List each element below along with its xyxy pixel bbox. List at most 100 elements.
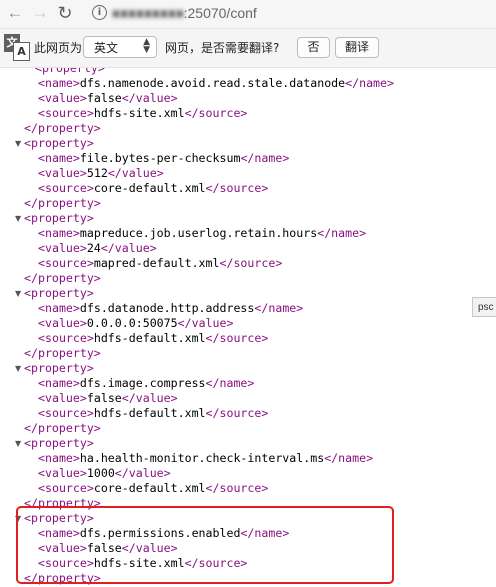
property-value: <value>1000</value> [38,466,171,481]
back-arrow-icon[interactable]: ← [5,3,25,23]
property-name: <name>mapreduce.job.userlog.retain.hours… [38,226,366,241]
xml-tag: </value> [177,316,234,330]
property-source: <source>core-default.xml</source> [38,181,268,196]
xml-tag: <property> [24,286,94,300]
collapse-triangle-icon[interactable]: ▼ [15,211,21,226]
url-text[interactable]: ■■■■■■■■■:25070/conf [112,4,257,22]
xml-tag: <value> [38,166,87,180]
xml-text: dfs.namenode.avoid.read.stale.datanode [79,76,346,90]
property-name: <name>file.bytes-per-checksum</name> [38,151,289,166]
property-name: <name>dfs.datanode.http.address</name> [38,301,303,316]
browser-toolbar: ← → ↻ i ■■■■■■■■■:25070/conf [0,0,496,29]
translate-bar: 文 A 此网页为 英文 ▲ ▼ 网页，是否需要翻译? 否 翻译 [0,29,496,68]
xml-tag: </source> [184,106,248,120]
xml-tag: </property> [24,271,101,285]
xml-tag: <name> [38,451,80,465]
xml-tag: <source> [38,331,94,345]
xml-tag: </name> [324,451,374,465]
xml-text: false [86,91,122,105]
collapse-triangle-icon[interactable]: ▼ [15,136,21,151]
property-open-tag: <property> [24,286,94,301]
translate-prompt-prefix: 此网页为 [34,41,83,55]
translate-icon: 文 A [4,34,30,61]
property-value: <value>false</value> [38,391,178,406]
xml-text: false [86,391,122,405]
xml-tag: </source> [205,181,269,195]
select-down-icon: ▼ [143,45,150,55]
translate-prompt-suffix: 网页，是否需要翻译? [165,41,280,55]
xml-tag: </source> [205,481,269,495]
xml-tag: </name> [254,301,304,315]
xml-tag: </value> [107,166,164,180]
xml-tag: </property> [24,196,101,210]
xml-text: 512 [86,166,108,180]
property-source: <source>hdfs-default.xml</source> [38,406,268,421]
xml-tag: <name> [38,226,80,240]
property-open-tag: <property> [24,136,94,151]
highlight-box [16,506,394,584]
xml-tag: </value> [100,241,157,255]
property-value: <value>false</value> [38,91,178,106]
xml-tag: <value> [38,241,87,255]
info-icon[interactable]: i [92,5,107,20]
xml-tag: </name> [240,151,290,165]
xml-tag: <source> [38,481,94,495]
xml-tag: <property> [24,136,94,150]
xml-text: core-default.xml [93,181,206,195]
url-host: ■■■■■■■■■ [112,5,184,21]
property-name: <name>dfs.namenode.avoid.read.stale.data… [38,76,394,91]
xml-tag: </property> [24,421,101,435]
no-translate-button[interactable]: 否 [297,37,330,58]
xml-tag: <value> [38,466,87,480]
address-bar[interactable]: i ■■■■■■■■■:25070/conf [84,2,496,24]
property-close-tag: </property> [24,421,101,436]
collapse-triangle-icon[interactable]: ▼ [15,286,21,301]
xml-text: dfs.datanode.http.address [79,301,255,315]
xml-text: hdfs-default.xml [93,406,206,420]
xml-text: 0.0.0.0:50075 [86,316,178,330]
xml-tag: </value> [114,466,171,480]
property-value: <value>24</value> [38,241,157,256]
property-source: <source>core-default.xml</source> [38,481,268,496]
xml-tag: <property> [35,68,105,75]
reload-icon[interactable]: ↻ [55,3,75,23]
xml-tag: <property> [24,436,94,450]
xml-tag: <property> [24,211,94,225]
property-open-tag: <property> [24,436,94,451]
xml-text: mapreduce.job.userlog.retain.hours [79,226,318,240]
xml-tag: </name> [345,76,395,90]
xml-text: mapred-default.xml [93,256,220,270]
language-select[interactable]: 英文 ▲ ▼ [83,36,157,58]
xml-tag: <source> [38,106,94,120]
xml-tag: </source> [205,406,269,420]
collapse-triangle-icon[interactable]: ▼ [15,361,21,376]
translate-icon-en: A [13,42,30,61]
translate-button[interactable]: 翻译 [335,37,379,58]
xml-tag: <name> [38,376,80,390]
xml-tag: </property> [24,346,101,360]
property-source: <source>mapred-default.xml</source> [38,256,282,271]
xml-tag: </value> [121,91,178,105]
xml-tag: <value> [38,316,87,330]
collapse-triangle-icon[interactable]: ▼ [15,436,21,451]
property-close-tag: </property> [24,346,101,361]
xml-text: file.bytes-per-checksum [79,151,241,165]
xml-tag: </value> [121,391,178,405]
xml-tag: <source> [38,406,94,420]
xml-tag: <value> [38,91,87,105]
xml-tag: <source> [38,256,94,270]
xml-tag: <name> [38,76,80,90]
property-name: <name>dfs.image.compress</name> [38,376,254,391]
property-close-tag: </property> [24,196,101,211]
xml-tag: <property> [24,361,94,375]
xml-text: hdfs-site.xml [93,106,185,120]
property-open-tag: <property> [24,361,94,376]
property-value: <value>0.0.0.0:50075</value> [38,316,233,331]
property-source: <source>hdfs-site.xml</source> [38,106,247,121]
property-name: <name>ha.health-monitor.check-interval.m… [38,451,373,466]
xml-tag: <name> [38,151,80,165]
xml-text: 24 [86,241,101,255]
property-open-tag: <property> [24,211,94,226]
forward-arrow-icon[interactable]: → [30,3,50,23]
xml-tag: <source> [38,181,94,195]
